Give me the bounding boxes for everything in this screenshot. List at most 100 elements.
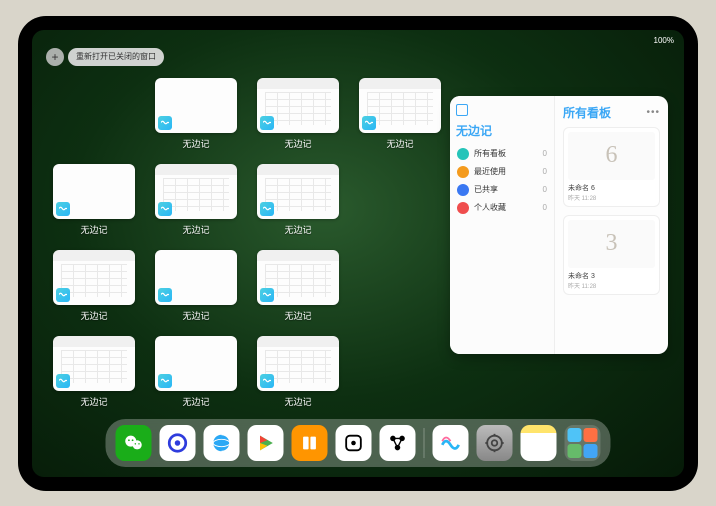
play-icon	[255, 432, 277, 454]
thumbnail-label: 无边记	[80, 395, 107, 408]
more-options-button[interactable]: •••	[646, 107, 660, 118]
freeform-app-badge-icon	[260, 288, 274, 302]
sidebar-item-label: 最近使用	[474, 166, 506, 177]
app-switcher-grid: 无边记 无边记 无边记 无边记 无边记 无边记	[52, 78, 442, 408]
dice-icon	[343, 432, 365, 454]
screen: 100% + 重新打开已关闭的窗口 无边记 无边记 无边记 无边记	[32, 30, 684, 477]
sidebar-item-favorites[interactable]: 个人收藏 0	[456, 199, 548, 217]
thumbnail-preview	[53, 336, 135, 391]
sidebar-item-all-boards[interactable]: 所有看板 0	[456, 145, 548, 163]
sidebar-item-label: 所有看板	[474, 148, 506, 159]
board-date: 昨天 11:28	[568, 281, 655, 290]
window-thumbnail[interactable]: 无边记	[52, 250, 136, 322]
dock-separator	[424, 428, 425, 458]
thumbnail-preview	[155, 336, 237, 391]
dock-app-dice[interactable]	[336, 425, 372, 461]
freeform-app-badge-icon	[56, 374, 70, 388]
thumbnail-label: 无边记	[284, 309, 311, 322]
cluster-app-icon	[568, 444, 582, 458]
thumbnail-label: 无边记	[80, 223, 107, 236]
quark-icon	[167, 432, 189, 454]
panel-sidebar: 无边记 所有看板 0 最近使用 0 已共享 0 个人收藏	[450, 96, 555, 354]
freeform-app-badge-icon	[158, 374, 172, 388]
panel-sidebar-header	[456, 104, 548, 116]
sidebar-item-count: 0	[543, 203, 547, 212]
cluster-app-icon	[568, 428, 582, 442]
books-icon	[299, 432, 321, 454]
sidebar-item-label: 个人收藏	[474, 202, 506, 213]
board-preview-icon: 6	[568, 132, 655, 180]
thumbnail-preview	[257, 164, 339, 219]
dock-app-qqbrowser[interactable]	[204, 425, 240, 461]
dock-app-notes[interactable]	[521, 425, 557, 461]
thumbnail-label: 无边记	[182, 395, 209, 408]
top-toolbar: + 重新打开已关闭的窗口	[46, 48, 164, 66]
thumbnail-preview	[257, 250, 339, 305]
dock-recent-apps-cluster[interactable]	[565, 425, 601, 461]
window-thumbnail[interactable]: 无边记	[154, 336, 238, 408]
dock-app-wechat[interactable]	[116, 425, 152, 461]
thumbnail-preview	[53, 250, 135, 305]
panel-content: 所有看板 ••• 6 未命名 6 昨天 11:28 3 未命名 3 昨天 11:…	[555, 96, 668, 354]
freeform-app-badge-icon	[56, 202, 70, 216]
thumbnail-preview	[359, 78, 441, 133]
freeform-app-badge-icon	[260, 374, 274, 388]
sidebar-item-count: 0	[543, 167, 547, 176]
person-icon	[457, 184, 469, 196]
dock-app-quark[interactable]	[160, 425, 196, 461]
dock-app-books[interactable]	[292, 425, 328, 461]
status-battery: 100%	[654, 36, 674, 45]
clock-icon	[457, 166, 469, 178]
sidebar-item-recent[interactable]: 最近使用 0	[456, 163, 548, 181]
freeform-app-badge-icon	[158, 202, 172, 216]
thumbnail-label: 无边记	[284, 223, 311, 236]
board-name: 未命名 3	[568, 271, 655, 281]
qqbrowser-icon	[211, 432, 233, 454]
window-thumbnail[interactable]: 无边记	[52, 164, 136, 236]
sidebar-nav-list: 所有看板 0 最近使用 0 已共享 0 个人收藏 0	[456, 145, 548, 217]
thumbnail-label: 无边记	[284, 395, 311, 408]
window-thumbnail[interactable]: 无边记	[256, 336, 340, 408]
window-thumbnail[interactable]: 无边记	[256, 78, 340, 150]
window-thumbnail[interactable]: 无边记	[154, 164, 238, 236]
board-name: 未命名 6	[568, 183, 655, 193]
cluster-app-icon	[584, 444, 598, 458]
heart-icon	[457, 202, 469, 214]
window-thumbnail[interactable]: 无边记	[256, 164, 340, 236]
freeform-app-badge-icon	[56, 288, 70, 302]
thumbnail-preview	[257, 336, 339, 391]
freeform-app-badge-icon	[158, 288, 172, 302]
dock-app-connect[interactable]	[380, 425, 416, 461]
freeform-app-badge-icon	[260, 116, 274, 130]
sidebar-item-label: 已共享	[474, 184, 498, 195]
freeform-app-badge-icon	[362, 116, 376, 130]
panel-content-header: 所有看板 •••	[563, 104, 660, 121]
sidebar-item-count: 0	[543, 185, 547, 194]
thumbnail-label: 无边记	[80, 309, 107, 322]
status-bar: 100%	[32, 34, 684, 48]
sidebar-item-shared[interactable]: 已共享 0	[456, 181, 548, 199]
window-thumbnail[interactable]: 无边记	[358, 78, 442, 150]
window-thumbnail[interactable]: 无边记	[154, 78, 238, 150]
freeform-app-badge-icon	[260, 202, 274, 216]
thumbnail-preview	[155, 78, 237, 133]
thumbnail-label: 无边记	[182, 309, 209, 322]
dock-app-play[interactable]	[248, 425, 284, 461]
thumbnail-preview	[155, 250, 237, 305]
thumbnail-label: 无边记	[182, 223, 209, 236]
board-card[interactable]: 3 未命名 3 昨天 11:28	[563, 215, 660, 295]
thumbnail-label: 无边记	[386, 137, 413, 150]
reopen-closed-window-button[interactable]: 重新打开已关闭的窗口	[68, 48, 164, 66]
board-preview-icon: 3	[568, 220, 655, 268]
window-thumbnail[interactable]: 无边记	[256, 250, 340, 322]
sidebar-toggle-icon[interactable]	[456, 104, 468, 116]
dock-app-freeform[interactable]	[433, 425, 469, 461]
window-thumbnail[interactable]: 无边记	[154, 250, 238, 322]
board-card[interactable]: 6 未命名 6 昨天 11:28	[563, 127, 660, 207]
window-thumbnail[interactable]: 无边记	[52, 336, 136, 408]
dock-app-settings[interactable]	[477, 425, 513, 461]
ipad-device-frame: 100% + 重新打开已关闭的窗口 无边记 无边记 无边记 无边记	[18, 16, 698, 491]
new-window-button[interactable]: +	[46, 48, 64, 66]
freeform-panel[interactable]: 无边记 所有看板 0 最近使用 0 已共享 0 个人收藏	[450, 96, 668, 354]
thumbnail-preview	[155, 164, 237, 219]
